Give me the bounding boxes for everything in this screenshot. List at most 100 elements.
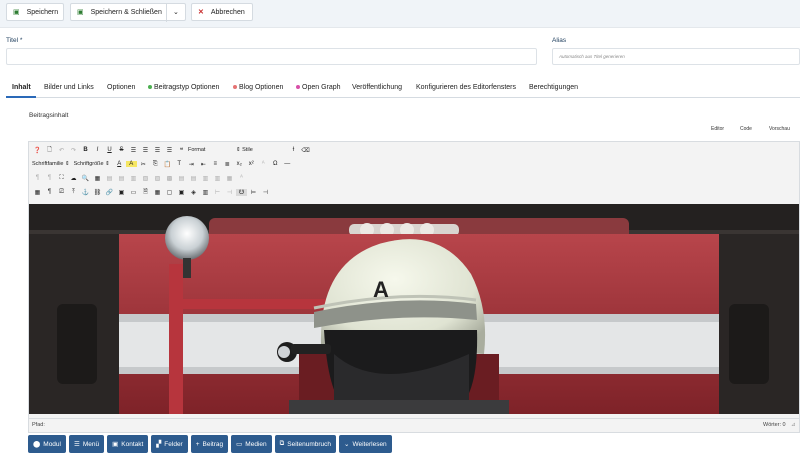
eraser-icon[interactable]: ⌫: [300, 147, 311, 154]
pagebreak-icon[interactable]: ⊣: [260, 189, 271, 196]
column-left-icon[interactable]: ⊢: [212, 189, 223, 196]
table-insert-col-icon[interactable]: ▥: [200, 175, 211, 182]
copy-icon[interactable]: ⎘: [150, 161, 161, 168]
bullet-list-icon[interactable]: ≣: [222, 161, 233, 168]
insert-module-button[interactable]: ⬤ Modul: [28, 435, 66, 453]
font-size-select[interactable]: Schriftgröße ⇕: [74, 161, 110, 167]
grid-icon[interactable]: ▦: [32, 189, 43, 196]
embed-icon[interactable]: ▣: [176, 189, 187, 196]
align-center-icon[interactable]: ☰: [140, 147, 151, 154]
image-icon: ▭: [236, 441, 243, 448]
outdent-icon[interactable]: ⇤: [198, 161, 209, 168]
tab-open-graph[interactable]: Open Graph: [296, 84, 341, 91]
nonbreaking-icon[interactable]: ⊨: [248, 189, 259, 196]
omega-icon[interactable]: Ω: [270, 161, 281, 167]
insert-article-button[interactable]: + Beitrag: [190, 435, 229, 453]
table-merge-icon[interactable]: ▨: [152, 175, 163, 182]
align-justify-icon[interactable]: ☰: [128, 147, 139, 154]
blockquote-icon[interactable]: ❝: [176, 147, 187, 154]
save-button[interactable]: ▣ Speichern: [6, 3, 64, 21]
file-icon[interactable]: 🗎: [140, 187, 151, 197]
shortcode-icon[interactable]: ☋: [236, 188, 247, 196]
image-icon[interactable]: ▣: [116, 189, 127, 196]
redo-icon[interactable]: ↷: [68, 147, 79, 154]
font-family-select[interactable]: Schriftfamilie ⇕: [32, 161, 70, 167]
table-icon[interactable]: ▦: [92, 175, 103, 182]
tab-konfigurieren-editorfenster[interactable]: Konfigurieren des Editorfensters: [416, 84, 516, 91]
table-col-icon[interactable]: ▥: [128, 175, 139, 182]
table-props-icon[interactable]: ▤: [104, 175, 115, 182]
table-delete-icon[interactable]: ▦: [224, 175, 235, 182]
format-select[interactable]: Format: [188, 147, 232, 153]
insert-media-button[interactable]: ▭ Medien: [231, 435, 272, 453]
box-icon[interactable]: ◈: [188, 189, 199, 196]
search-icon[interactable]: 🔍: [80, 175, 91, 182]
resize-handle-icon[interactable]: ⊿: [791, 422, 796, 428]
unlink-icon[interactable]: ⛓: [92, 189, 103, 196]
title-input[interactable]: [6, 48, 537, 65]
tab-optionen[interactable]: Optionen: [107, 84, 135, 91]
fullscreen-icon[interactable]: ⛶: [56, 175, 67, 182]
bold-icon[interactable]: B: [80, 147, 91, 153]
insert-menu-button[interactable]: ☰ Menü: [69, 435, 105, 453]
help-icon[interactable]: ❓: [32, 147, 43, 154]
text-color-icon[interactable]: A: [114, 161, 125, 167]
table-delete-row-icon[interactable]: ▤: [188, 175, 199, 182]
table-insert-row-icon[interactable]: ▤: [176, 175, 187, 182]
rtl-icon[interactable]: ¶: [44, 175, 55, 181]
numbered-list-icon[interactable]: ≡: [210, 161, 221, 167]
iframe-icon[interactable]: ▢: [164, 189, 175, 196]
align-right-icon[interactable]: ☰: [164, 147, 175, 154]
tab-berechtigungen[interactable]: Berechtigungen: [529, 84, 578, 91]
template-icon[interactable]: ⎚: [56, 189, 67, 196]
tab-veroeffentlichung[interactable]: Veröffentlichung: [352, 84, 402, 91]
paragraph-icon[interactable]: ¶: [44, 189, 55, 195]
insert-contact-button[interactable]: ▣ Kontakt: [107, 435, 149, 453]
new-document-icon[interactable]: 🗋: [44, 145, 55, 155]
superscript-icon[interactable]: x²: [246, 161, 257, 167]
table-split-icon[interactable]: ▩: [164, 175, 175, 182]
subscript-icon[interactable]: x₂: [234, 161, 245, 167]
italic-icon[interactable]: I: [92, 147, 103, 153]
underline-icon[interactable]: U: [104, 147, 115, 153]
insert-pagebreak-button[interactable]: ⧉ Seitenumbruch: [274, 435, 337, 453]
visualchars-icon[interactable]: ☁: [68, 175, 79, 182]
upload-icon[interactable]: ⤒: [68, 189, 79, 196]
paste-text-icon[interactable]: T: [174, 161, 185, 167]
tab-beitragstyp-optionen[interactable]: Beitragstyp Optionen: [148, 84, 219, 91]
chevron-down-icon[interactable]: ⌄: [173, 8, 179, 16]
insert-readmore-button[interactable]: ⌄ Weiterlesen: [339, 435, 392, 453]
media-icon[interactable]: ▭: [128, 189, 139, 196]
cut-icon[interactable]: ✂: [138, 161, 149, 168]
tab-inhalt[interactable]: Inhalt: [12, 84, 31, 91]
style-select[interactable]: ⇕ Stile: [236, 147, 284, 153]
column-right-icon[interactable]: ⊣: [224, 189, 235, 196]
insert-fields-button[interactable]: ▞ Felder: [151, 435, 188, 453]
mode-code[interactable]: Code: [740, 126, 752, 132]
tab-bilder-und-links[interactable]: Bilder und Links: [44, 84, 94, 91]
indent-icon[interactable]: ⇥: [186, 161, 197, 168]
strikethrough-icon[interactable]: S: [116, 147, 127, 153]
mode-preview[interactable]: Vorschau: [769, 126, 790, 132]
ltr-icon[interactable]: ¶: [32, 175, 43, 181]
horizontal-rule-icon[interactable]: —: [282, 161, 293, 167]
table-row-icon[interactable]: ▤: [116, 175, 127, 182]
tab-blog-optionen[interactable]: Blog Optionen: [233, 84, 283, 91]
table-cell-icon[interactable]: ▧: [140, 175, 151, 182]
columns-icon[interactable]: ▥: [200, 189, 211, 196]
layer-icon[interactable]: ▦: [152, 189, 163, 196]
character-map-icon[interactable]: ᴬ: [258, 161, 269, 167]
spellcheck-icon[interactable]: ᴬ: [236, 175, 247, 181]
cancel-button[interactable]: ✕ Abbrechen: [191, 3, 253, 21]
align-left-icon[interactable]: ☰: [152, 147, 163, 154]
paste-icon[interactable]: 📋: [162, 161, 173, 168]
undo-icon[interactable]: ↶: [56, 147, 67, 154]
mode-editor[interactable]: Editor: [711, 126, 724, 132]
save-and-close-button[interactable]: ▣ Speichern & Schließen ⌄: [70, 3, 186, 22]
link-icon[interactable]: 🔗: [104, 189, 115, 196]
alias-input[interactable]: Automatisch aus Titel generieren: [552, 48, 800, 65]
anchor-icon[interactable]: ⚓: [80, 189, 91, 196]
highlight-color-icon[interactable]: A: [125, 161, 137, 167]
clear-formatting-icon[interactable]: Ɨ: [288, 147, 299, 153]
table-delete-col-icon[interactable]: ▥: [212, 175, 223, 182]
